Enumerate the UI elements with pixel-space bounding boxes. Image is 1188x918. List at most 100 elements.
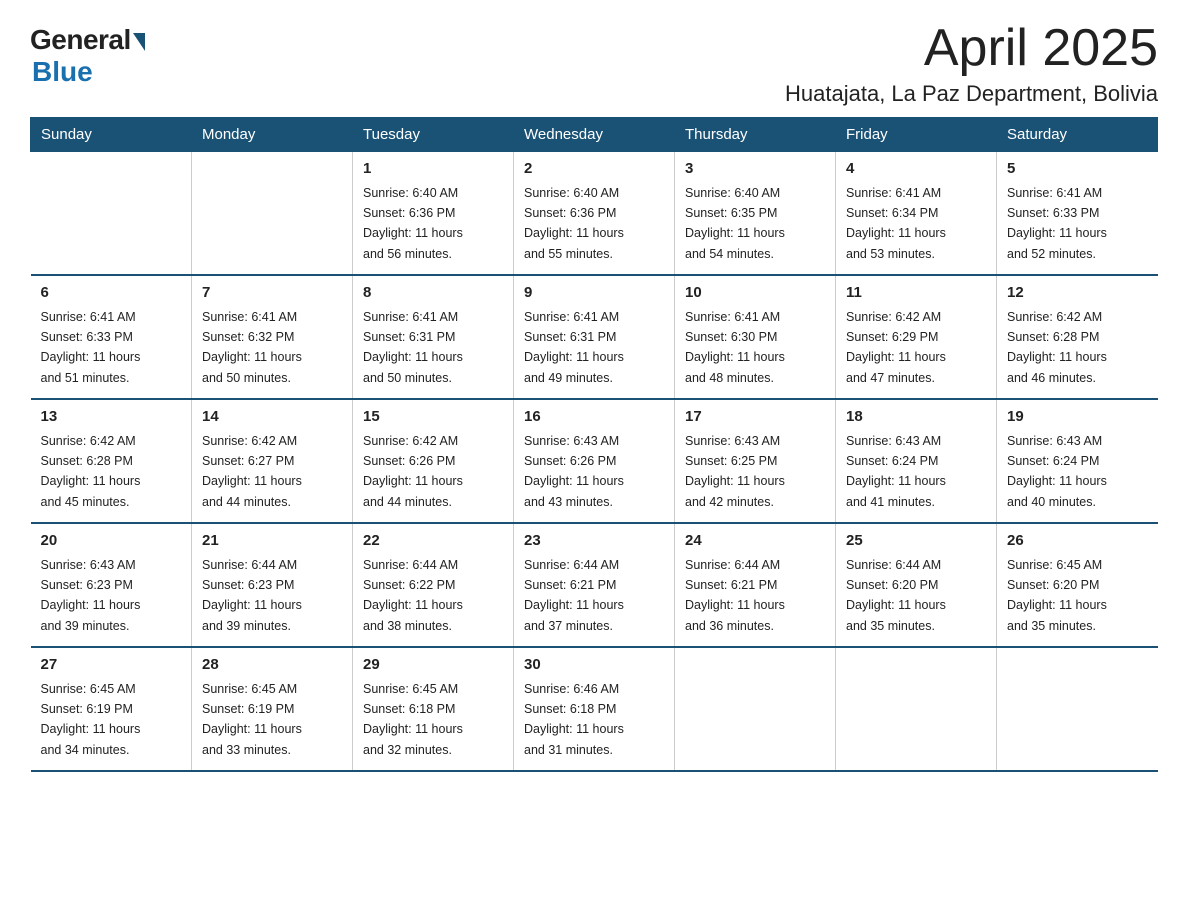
calendar-cell: 8 Sunrise: 6:41 AMSunset: 6:31 PMDaylight… [353, 275, 514, 399]
calendar-cell: 7 Sunrise: 6:41 AMSunset: 6:32 PMDaylight… [192, 275, 353, 399]
day-number: 25 [846, 530, 986, 553]
day-number: 27 [41, 654, 182, 677]
calendar-cell: 14 Sunrise: 6:42 AMSunset: 6:27 PMDayligh… [192, 399, 353, 523]
day-number: 10 [685, 282, 825, 305]
day-number: 5 [1007, 158, 1148, 181]
day-info: Sunrise: 6:40 AMSunset: 6:36 PMDaylight:… [524, 186, 624, 261]
day-info: Sunrise: 6:44 AMSunset: 6:20 PMDaylight:… [846, 558, 946, 633]
calendar-cell: 24 Sunrise: 6:44 AMSunset: 6:21 PMDayligh… [675, 523, 836, 647]
day-info: Sunrise: 6:43 AMSunset: 6:25 PMDaylight:… [685, 434, 785, 509]
calendar-cell: 28 Sunrise: 6:45 AMSunset: 6:19 PMDayligh… [192, 647, 353, 771]
calendar-cell: 13 Sunrise: 6:42 AMSunset: 6:28 PMDayligh… [31, 399, 192, 523]
day-number: 26 [1007, 530, 1148, 553]
day-info: Sunrise: 6:44 AMSunset: 6:22 PMDaylight:… [363, 558, 463, 633]
calendar-cell: 1 Sunrise: 6:40 AMSunset: 6:36 PMDaylight… [353, 152, 514, 276]
day-info: Sunrise: 6:43 AMSunset: 6:24 PMDaylight:… [846, 434, 946, 509]
title-block: April 2025 Huatajata, La Paz Department,… [785, 20, 1158, 107]
day-info: Sunrise: 6:40 AMSunset: 6:36 PMDaylight:… [363, 186, 463, 261]
page-subtitle: Huatajata, La Paz Department, Bolivia [785, 81, 1158, 107]
calendar-week-4: 20 Sunrise: 6:43 AMSunset: 6:23 PMDayligh… [31, 523, 1158, 647]
header-cell-wednesday: Wednesday [514, 118, 675, 152]
day-number: 21 [202, 530, 342, 553]
calendar-cell: 15 Sunrise: 6:42 AMSunset: 6:26 PMDayligh… [353, 399, 514, 523]
day-info: Sunrise: 6:43 AMSunset: 6:24 PMDaylight:… [1007, 434, 1107, 509]
calendar-cell: 12Sunrise: 6:42 AMSunset: 6:28 PMDayligh… [997, 275, 1158, 399]
calendar-cell: 4Sunrise: 6:41 AMSunset: 6:34 PMDaylight… [836, 152, 997, 276]
day-info: Sunrise: 6:45 AMSunset: 6:19 PMDaylight:… [202, 682, 302, 757]
day-info: Sunrise: 6:42 AMSunset: 6:26 PMDaylight:… [363, 434, 463, 509]
day-number: 11 [846, 282, 986, 305]
day-info: Sunrise: 6:45 AMSunset: 6:19 PMDaylight:… [41, 682, 141, 757]
calendar-cell: 6 Sunrise: 6:41 AMSunset: 6:33 PMDaylight… [31, 275, 192, 399]
day-number: 6 [41, 282, 182, 305]
day-info: Sunrise: 6:40 AMSunset: 6:35 PMDaylight:… [685, 186, 785, 261]
calendar-cell: 18 Sunrise: 6:43 AMSunset: 6:24 PMDayligh… [836, 399, 997, 523]
day-number: 9 [524, 282, 664, 305]
calendar-cell: 19 Sunrise: 6:43 AMSunset: 6:24 PMDayligh… [997, 399, 1158, 523]
day-number: 19 [1007, 406, 1148, 429]
calendar-body: 1 Sunrise: 6:40 AMSunset: 6:36 PMDaylight… [31, 152, 1158, 772]
day-number: 7 [202, 282, 342, 305]
day-info: Sunrise: 6:46 AMSunset: 6:18 PMDaylight:… [524, 682, 624, 757]
logo-arrow-icon [133, 33, 145, 51]
day-number: 29 [363, 654, 503, 677]
day-number: 13 [41, 406, 182, 429]
day-info: Sunrise: 6:43 AMSunset: 6:23 PMDaylight:… [41, 558, 141, 633]
day-info: Sunrise: 6:41 AMSunset: 6:33 PMDaylight:… [1007, 186, 1107, 261]
calendar-cell: 9 Sunrise: 6:41 AMSunset: 6:31 PMDaylight… [514, 275, 675, 399]
day-info: Sunrise: 6:42 AMSunset: 6:28 PMDaylight:… [41, 434, 141, 509]
calendar-cell: 23Sunrise: 6:44 AMSunset: 6:21 PMDayligh… [514, 523, 675, 647]
calendar-week-3: 13 Sunrise: 6:42 AMSunset: 6:28 PMDayligh… [31, 399, 1158, 523]
day-info: Sunrise: 6:43 AMSunset: 6:26 PMDaylight:… [524, 434, 624, 509]
day-info: Sunrise: 6:41 AMSunset: 6:31 PMDaylight:… [363, 310, 463, 385]
day-number: 15 [363, 406, 503, 429]
day-number: 8 [363, 282, 503, 305]
calendar-cell: 5 Sunrise: 6:41 AMSunset: 6:33 PMDaylight… [997, 152, 1158, 276]
calendar-cell: 16Sunrise: 6:43 AMSunset: 6:26 PMDayligh… [514, 399, 675, 523]
day-number: 18 [846, 406, 986, 429]
day-info: Sunrise: 6:44 AMSunset: 6:23 PMDaylight:… [202, 558, 302, 633]
day-info: Sunrise: 6:41 AMSunset: 6:32 PMDaylight:… [202, 310, 302, 385]
header-cell-friday: Friday [836, 118, 997, 152]
calendar-cell: 10Sunrise: 6:41 AMSunset: 6:30 PMDayligh… [675, 275, 836, 399]
calendar-week-5: 27 Sunrise: 6:45 AMSunset: 6:19 PMDayligh… [31, 647, 1158, 771]
logo: General Blue [30, 20, 145, 88]
header-cell-thursday: Thursday [675, 118, 836, 152]
calendar-week-2: 6 Sunrise: 6:41 AMSunset: 6:33 PMDaylight… [31, 275, 1158, 399]
page-title: April 2025 [785, 20, 1158, 77]
calendar-cell: 21 Sunrise: 6:44 AMSunset: 6:23 PMDayligh… [192, 523, 353, 647]
header-cell-sunday: Sunday [31, 118, 192, 152]
day-number: 20 [41, 530, 182, 553]
header-cell-tuesday: Tuesday [353, 118, 514, 152]
header-cell-monday: Monday [192, 118, 353, 152]
day-number: 14 [202, 406, 342, 429]
calendar-cell: 26 Sunrise: 6:45 AMSunset: 6:20 PMDayligh… [997, 523, 1158, 647]
calendar-cell: 17Sunrise: 6:43 AMSunset: 6:25 PMDayligh… [675, 399, 836, 523]
day-info: Sunrise: 6:41 AMSunset: 6:31 PMDaylight:… [524, 310, 624, 385]
calendar-cell: 29Sunrise: 6:45 AMSunset: 6:18 PMDayligh… [353, 647, 514, 771]
day-info: Sunrise: 6:45 AMSunset: 6:20 PMDaylight:… [1007, 558, 1107, 633]
calendar-cell: 11Sunrise: 6:42 AMSunset: 6:29 PMDayligh… [836, 275, 997, 399]
day-info: Sunrise: 6:44 AMSunset: 6:21 PMDaylight:… [685, 558, 785, 633]
header: General Blue April 2025 Huatajata, La Pa… [30, 20, 1158, 107]
calendar-cell: 20 Sunrise: 6:43 AMSunset: 6:23 PMDayligh… [31, 523, 192, 647]
day-info: Sunrise: 6:41 AMSunset: 6:33 PMDaylight:… [41, 310, 141, 385]
day-number: 24 [685, 530, 825, 553]
calendar-cell [997, 647, 1158, 771]
header-cell-saturday: Saturday [997, 118, 1158, 152]
calendar-cell [31, 152, 192, 276]
day-number: 4 [846, 158, 986, 181]
calendar-cell: 3 Sunrise: 6:40 AMSunset: 6:35 PMDaylight… [675, 152, 836, 276]
day-number: 3 [685, 158, 825, 181]
day-number: 1 [363, 158, 503, 181]
calendar-table: SundayMondayTuesdayWednesdayThursdayFrid… [30, 117, 1158, 772]
calendar-week-1: 1 Sunrise: 6:40 AMSunset: 6:36 PMDaylight… [31, 152, 1158, 276]
day-number: 12 [1007, 282, 1148, 305]
day-number: 2 [524, 158, 664, 181]
calendar-cell: 22Sunrise: 6:44 AMSunset: 6:22 PMDayligh… [353, 523, 514, 647]
calendar-header: SundayMondayTuesdayWednesdayThursdayFrid… [31, 118, 1158, 152]
day-number: 30 [524, 654, 664, 677]
calendar-cell: 27 Sunrise: 6:45 AMSunset: 6:19 PMDayligh… [31, 647, 192, 771]
day-info: Sunrise: 6:42 AMSunset: 6:27 PMDaylight:… [202, 434, 302, 509]
day-number: 28 [202, 654, 342, 677]
